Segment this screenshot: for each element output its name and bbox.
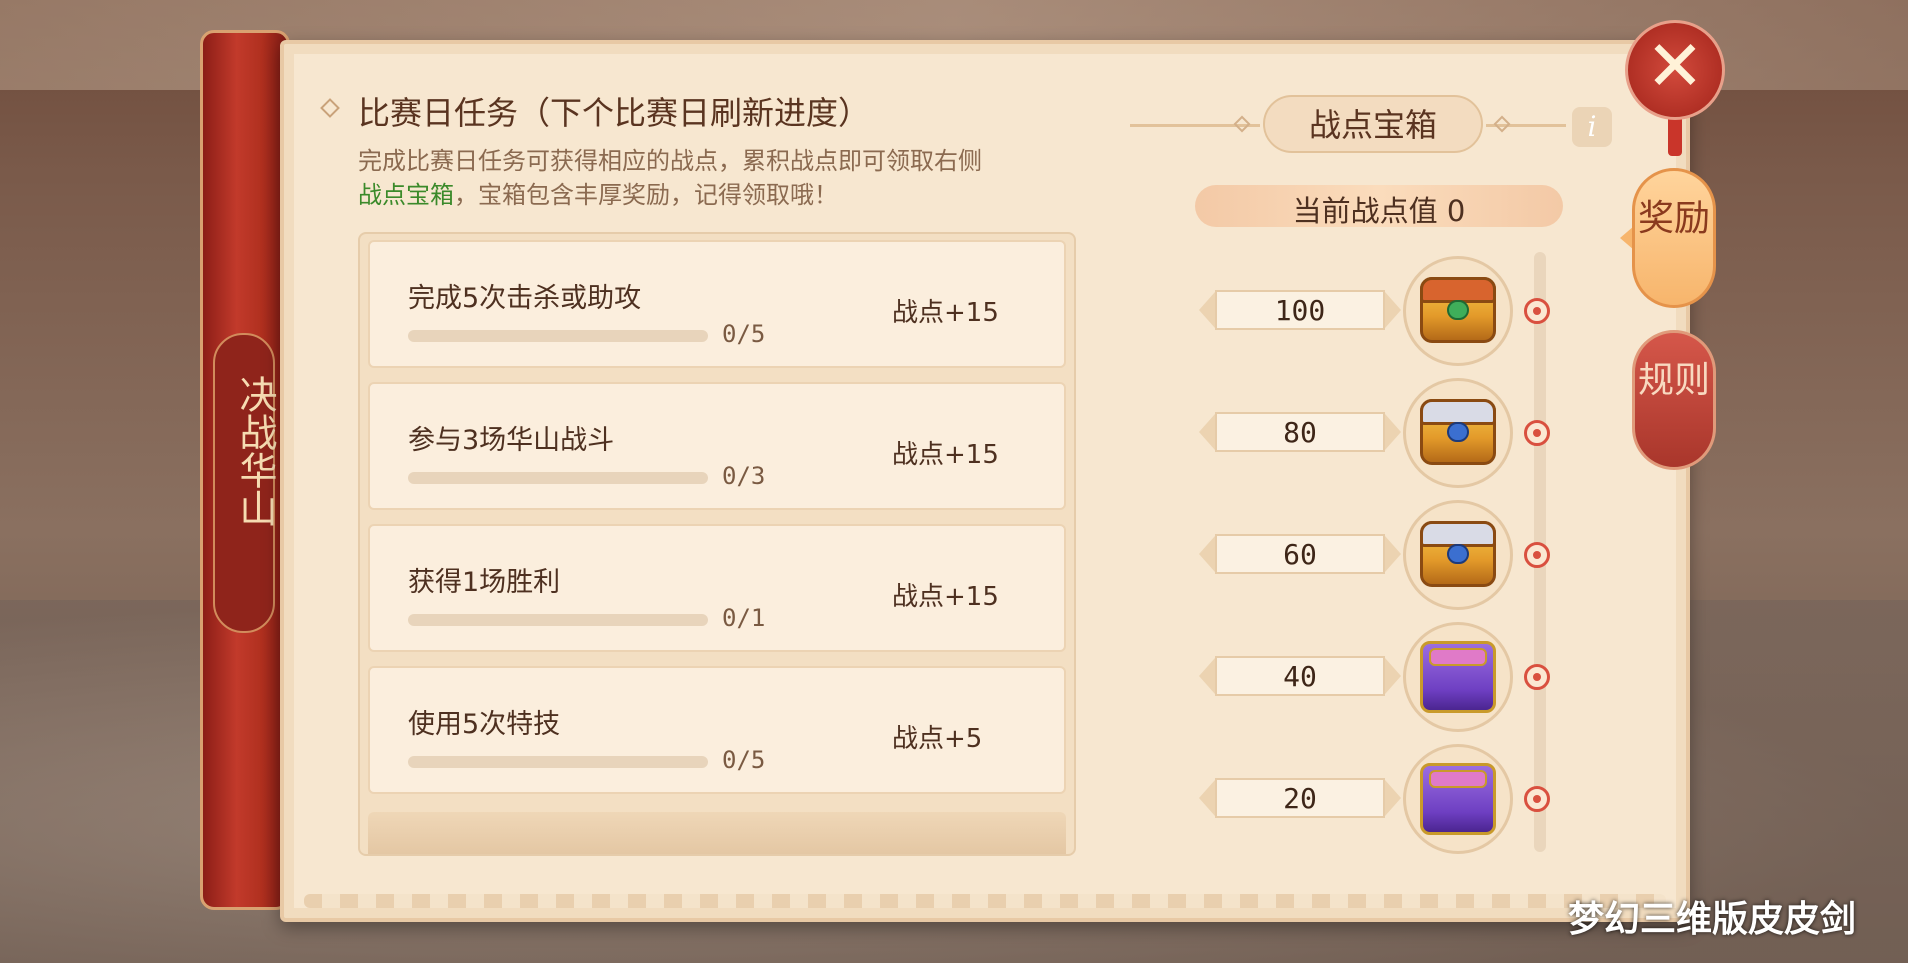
gold-blue-chest-icon	[1420, 521, 1496, 587]
task-progress-bar	[408, 614, 708, 626]
task-progress-bar	[408, 756, 708, 768]
milestone-dot-icon	[1524, 664, 1550, 690]
task-name: 参与3场华山战斗	[408, 425, 615, 456]
tab-reward[interactable]: 奖励	[1632, 168, 1716, 308]
task-row: 完成5次击杀或助攻 0/5 战点+15	[368, 240, 1066, 368]
task-progress-text: 0/5	[722, 320, 766, 348]
description: 完成比赛日任务可获得相应的战点，累积战点即可领取右侧 战点宝箱，宝箱包含丰厚奖励…	[358, 144, 1098, 212]
close-button[interactable]: ✕	[1625, 20, 1725, 120]
arrow-left-icon	[1199, 780, 1215, 816]
task-progress-text: 0/3	[722, 462, 766, 490]
close-icon: ✕	[1645, 25, 1705, 107]
milestone-value: 20	[1283, 782, 1317, 815]
milestone-value: 40	[1283, 660, 1317, 693]
milestone-value-box: 20	[1199, 778, 1401, 818]
current-points: 当前战点值 0	[1292, 194, 1466, 228]
task-reward: 战点+5	[892, 724, 983, 754]
purple-chest-icon	[1420, 641, 1496, 713]
task-name: 使用5次特技	[408, 709, 561, 740]
arrow-right-icon	[1385, 536, 1401, 572]
watermark: 梦幻三维版皮皮剑	[1568, 899, 1857, 940]
milestone-value: 100	[1274, 294, 1326, 327]
arrow-right-icon	[1385, 292, 1401, 328]
side-title: 决战华山	[233, 375, 277, 527]
task-row: 参与3场华山战斗 0/3 战点+15	[368, 382, 1066, 510]
milestone-value: 80	[1283, 416, 1317, 449]
task-reward: 战点+15	[892, 440, 999, 470]
task-name: 完成5次击杀或助攻	[408, 283, 642, 314]
description-text-1: 完成比赛日任务可获得相应的战点，累积战点即可领取右侧	[358, 147, 982, 175]
task-progress-bar	[408, 472, 708, 484]
arrow-left-icon	[1199, 292, 1215, 328]
milestone-value-box: 60	[1199, 534, 1401, 574]
arrow-left-icon	[1199, 536, 1215, 572]
description-text-2: ，宝箱包含丰厚奖励，记得领取哦！	[454, 181, 838, 209]
arrow-right-icon	[1385, 780, 1401, 816]
task-row: 使用5次特技 0/5 战点+5	[368, 666, 1066, 794]
task-progress-text: 0/1	[722, 604, 766, 632]
side-scroll: 决战华山	[200, 30, 290, 910]
milestone-dot-icon	[1524, 786, 1550, 812]
task-progress-text: 0/5	[722, 746, 766, 774]
arrow-right-icon	[1385, 658, 1401, 694]
milestone-value-box: 40	[1199, 656, 1401, 696]
task-list[interactable]: 完成5次击杀或助攻 0/5 战点+15 参与3场华山战斗 0/3 战点+15 获…	[358, 232, 1076, 856]
task-reward: 战点+15	[892, 582, 999, 612]
milestone-value-box: 80	[1199, 412, 1401, 452]
task-progress-bar	[408, 330, 708, 342]
chest-80-button[interactable]	[1403, 378, 1513, 488]
gold-red-chest-icon	[1420, 277, 1496, 343]
tab-rules[interactable]: 规则	[1632, 330, 1716, 470]
milestone-value-box: 100	[1199, 290, 1401, 330]
arrow-left-icon	[1199, 414, 1215, 450]
task-reward: 战点+15	[892, 298, 999, 328]
purple-chest-icon	[1420, 763, 1496, 835]
arrow-right-icon	[1385, 414, 1401, 450]
task-name: 获得1场胜利	[408, 567, 561, 598]
chest-60-button[interactable]	[1403, 500, 1513, 610]
milestone-dot-icon	[1524, 420, 1550, 446]
task-row-partial	[368, 812, 1066, 854]
chest-panel-title: 战点宝箱	[1308, 106, 1437, 144]
description-highlight: 战点宝箱	[358, 181, 454, 209]
panel-border-pattern	[304, 894, 1666, 908]
chest-100-button[interactable]	[1403, 256, 1513, 366]
page-title: 比赛日任务（下个比赛日刷新进度）	[358, 94, 871, 132]
milestone-dot-icon	[1524, 298, 1550, 324]
chest-40-button[interactable]	[1403, 622, 1513, 732]
chest-20-button[interactable]	[1403, 744, 1513, 854]
info-icon[interactable]: i	[1572, 107, 1612, 147]
task-row: 获得1场胜利 0/1 战点+15	[368, 524, 1066, 652]
milestone-dot-icon	[1524, 542, 1550, 568]
side-scroll-plaque: 决战华山	[213, 333, 277, 633]
arrow-left-icon	[1199, 658, 1215, 694]
gold-blue-chest-icon	[1420, 399, 1496, 465]
milestone-value: 60	[1283, 538, 1317, 571]
